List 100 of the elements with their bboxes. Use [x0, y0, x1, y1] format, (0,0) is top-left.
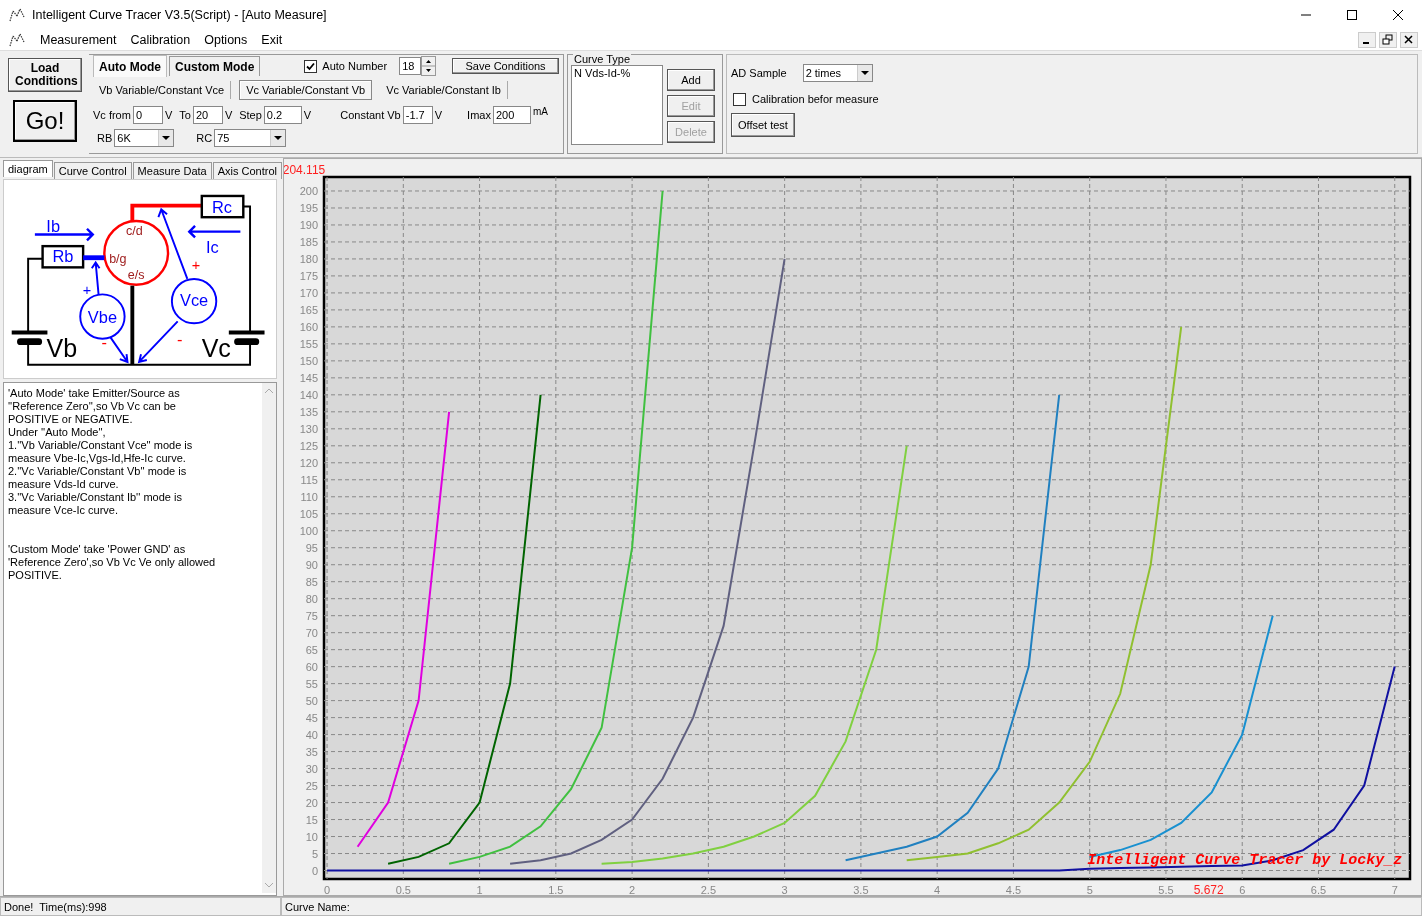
y-tick-label: 5 [311, 847, 318, 860]
x-tick-label: 5 [1086, 884, 1093, 896]
field-label: To [179, 109, 191, 121]
note-text: 2.''Vc Variable/Constant Vb'' mode is [8, 465, 188, 478]
y-tick-label: 55 [305, 677, 318, 690]
unit-label: V [164, 109, 173, 121]
auto-number-field[interactable]: 18 [399, 57, 422, 75]
x-tick-label: 0 [324, 884, 331, 896]
y-tick-label: 85 [305, 575, 318, 588]
diagram-label: Vce [179, 290, 209, 309]
diagram-label: + [191, 257, 201, 274]
y-tick-label: 170 [299, 286, 318, 299]
y-tick-label: 130 [299, 422, 318, 435]
note-text: Under ''Auto Mode'', [8, 426, 107, 439]
unit-label: V [434, 109, 443, 121]
field-label: Vc from [93, 109, 131, 121]
input-field[interactable]: 200 [492, 106, 531, 124]
x-tick-label: 6.5 [1310, 884, 1327, 896]
save-conditions-button[interactable]: Save Conditions [452, 58, 559, 74]
y-tick-label: 90 [305, 558, 318, 571]
x-tick-label: 2 [629, 884, 636, 896]
spinner-arrows-icon[interactable] [421, 56, 437, 76]
x-tick-label: 1 [476, 884, 483, 896]
y-tick-label: 120 [299, 456, 318, 469]
mode-tab[interactable]: Auto Mode [93, 55, 167, 77]
mode-option-button[interactable]: Vc Variable/Constant Vb [239, 80, 373, 100]
y-tick-label: 50 [305, 694, 318, 707]
calibration-label: Calibration befor measure [752, 93, 879, 105]
field-label: Constant Vb [340, 109, 401, 121]
field-label: Imax [467, 109, 491, 121]
unit-label: mA [532, 106, 548, 117]
note-text: 'Reference Zero',so Vb Vc Ve only allowed [8, 556, 217, 569]
y-tick-label: 105 [299, 507, 318, 520]
auto-number-label: Auto Number [322, 60, 388, 72]
curve-name-label: Curve Name: [281, 897, 1422, 916]
close-icon[interactable] [1392, 9, 1404, 21]
y-tick-label: 180 [299, 252, 318, 265]
diagram-label: - [101, 333, 108, 352]
x-tick-label: 0.5 [395, 884, 411, 896]
y-tick-label: 135 [299, 405, 318, 418]
y-tick-label: 0 [311, 864, 318, 877]
diagram-label: c/d [125, 223, 143, 238]
cursor-readout: 5.672 [1193, 883, 1224, 897]
menu-item[interactable]: Calibration [130, 33, 191, 47]
note-text: ''Reference Zero'',so Vb Vc can be [8, 400, 177, 413]
input-field[interactable]: -1.7 [402, 106, 433, 124]
restore-icon[interactable] [1379, 32, 1397, 48]
y-tick-label: 30 [305, 762, 318, 775]
y-tick-label: 70 [305, 626, 318, 639]
input-field[interactable]: 0.2 [263, 106, 302, 124]
diagram-label: Vb [46, 334, 78, 363]
go-button[interactable]: Go! [13, 100, 77, 142]
menu-item[interactable]: Measurement [40, 33, 117, 47]
list-action-button[interactable]: Add [667, 69, 715, 91]
input-field[interactable]: 0 [132, 106, 163, 124]
maximize-icon[interactable] [1346, 9, 1358, 21]
tab[interactable]: Axis Control [212, 162, 282, 179]
y-tick-label: 145 [299, 371, 318, 384]
y-tick-label: 40 [305, 728, 318, 741]
x-tick-label: 4.5 [1005, 884, 1022, 896]
unit-label: V [224, 109, 233, 121]
tab[interactable]: Curve Control [53, 162, 132, 179]
y-tick-label: 140 [299, 388, 318, 401]
menu-item[interactable]: Exit [261, 33, 283, 47]
list-item[interactable]: N Vds-Id-% [574, 67, 660, 79]
note-text: POSITIVE or NEGATIVE. [8, 413, 134, 426]
load-conditions-button[interactable]: Load Conditions [8, 58, 82, 92]
x-tick-label: 7 [1391, 884, 1398, 896]
unit-label: V [303, 109, 312, 121]
y-tick-label: 195 [299, 201, 318, 214]
window-title: Intelligent Curve Tracer V3.5(Script) - [Auto Measure] [32, 8, 327, 22]
y-tick-label: 80 [305, 592, 318, 605]
field-label: RB [97, 132, 113, 144]
checkbox[interactable] [304, 59, 318, 73]
y-tick-label: 45 [305, 711, 318, 724]
y-tick-label: 35 [305, 745, 318, 758]
note-text: measure Vbe-Ic,Vgs-Id,Hfe-Ic curve. [8, 452, 187, 465]
checkbox[interactable] [733, 92, 746, 106]
input-field[interactable]: 20 [192, 106, 223, 124]
dropdown[interactable]: 75 [214, 129, 287, 147]
y-tick-label: 20 [305, 796, 318, 809]
y-tick-label: 110 [300, 490, 318, 503]
app-icon [8, 32, 26, 48]
dropdown[interactable]: 6K [114, 129, 175, 147]
field-label: RC [196, 132, 213, 144]
y-tick-label: 200 [299, 185, 318, 197]
minimize-icon[interactable] [1358, 32, 1376, 48]
menu-item[interactable]: Options [204, 33, 248, 47]
mode-tab[interactable]: Custom Mode [169, 56, 261, 76]
note-text: 'Custom Mode' take 'Power GND' as [8, 543, 187, 556]
diagram-label: Rb [52, 246, 74, 265]
diagram-label: b/g [109, 251, 127, 266]
status-message: Done! Time(ms):998 [0, 897, 281, 916]
diagram-label: Ic [206, 237, 219, 256]
offset-test-button[interactable]: Offset test [731, 113, 795, 137]
y-tick-label: 15 [305, 813, 318, 826]
tab[interactable]: Measure Data [132, 162, 212, 179]
tab[interactable]: diagram [3, 160, 53, 177]
y-tick-label: 185 [299, 235, 318, 248]
dropdown[interactable]: 2 times [802, 64, 873, 82]
